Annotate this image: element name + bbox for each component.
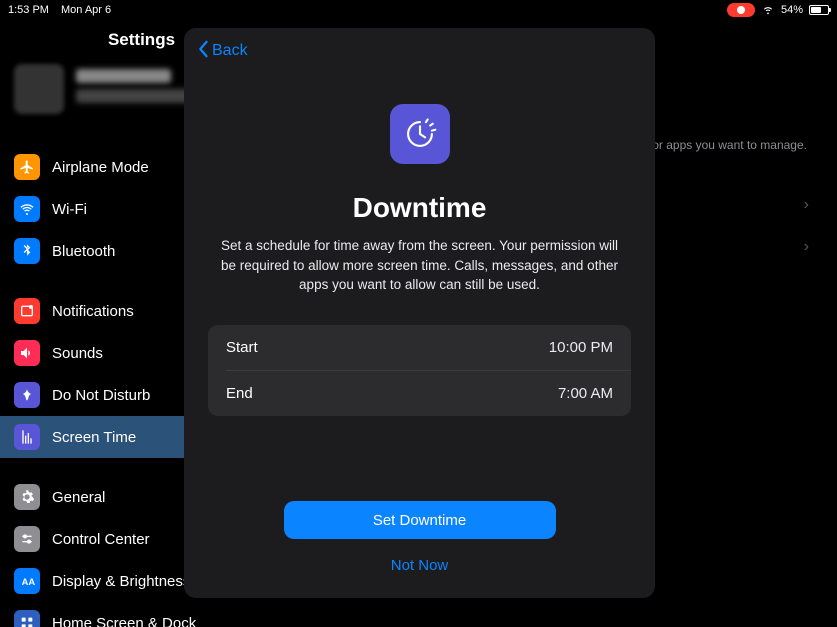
row-label: Home Screen & Dock bbox=[52, 615, 196, 627]
status-bar: 1:53 PM Mon Apr 6 54% bbox=[0, 0, 837, 20]
account-name-redacted bbox=[76, 69, 171, 83]
dnd-icon bbox=[14, 382, 40, 408]
wifi-icon bbox=[14, 196, 40, 222]
recording-indicator bbox=[727, 3, 755, 17]
downtime-app-icon bbox=[390, 104, 450, 164]
notifications-icon bbox=[14, 298, 40, 324]
row-label: Do Not Disturb bbox=[52, 387, 150, 404]
not-now-button[interactable]: Not Now bbox=[387, 553, 453, 578]
row-label: Sounds bbox=[52, 345, 103, 362]
home-screen-icon bbox=[14, 610, 40, 627]
status-date: Mon Apr 6 bbox=[61, 4, 111, 16]
time-group: Start 10:00 PM End 7:00 AM bbox=[208, 325, 631, 416]
end-label: End bbox=[226, 385, 253, 402]
chevron-left-icon bbox=[196, 40, 210, 63]
start-row[interactable]: Start 10:00 PM bbox=[208, 325, 631, 370]
modal-title: Downtime bbox=[353, 192, 487, 224]
row-label: Display & Brightness bbox=[52, 573, 190, 590]
status-time: 1:53 PM bbox=[8, 4, 49, 16]
battery-icon bbox=[809, 5, 829, 15]
downtime-modal: Back Downtime Set a schedule for time aw… bbox=[184, 28, 655, 598]
start-value: 10:00 PM bbox=[549, 339, 613, 356]
chevron-right-icon: › bbox=[804, 196, 809, 214]
row-label: General bbox=[52, 489, 105, 506]
bluetooth-icon bbox=[14, 238, 40, 264]
row-label: Screen Time bbox=[52, 429, 136, 446]
bg-hint-text: for apps you want to manage. bbox=[649, 138, 807, 152]
wifi-icon bbox=[761, 2, 775, 19]
row-home[interactable]: Home Screen & Dock bbox=[0, 602, 283, 627]
set-downtime-button[interactable]: Set Downtime bbox=[284, 501, 556, 539]
row-label: Wi-Fi bbox=[52, 201, 87, 218]
row-label: Bluetooth bbox=[52, 243, 115, 260]
screentime-icon bbox=[14, 424, 40, 450]
start-label: Start bbox=[226, 339, 258, 356]
row-label: Notifications bbox=[52, 303, 134, 320]
end-value: 7:00 AM bbox=[558, 385, 613, 402]
display-icon: AA bbox=[14, 568, 40, 594]
row-label: Control Center bbox=[52, 531, 150, 548]
row-label: Airplane Mode bbox=[52, 159, 149, 176]
modal-description: Set a schedule for time away from the sc… bbox=[215, 236, 625, 295]
back-button[interactable]: Back bbox=[192, 36, 252, 67]
back-label: Back bbox=[212, 42, 248, 60]
gear-icon bbox=[14, 484, 40, 510]
end-row[interactable]: End 7:00 AM bbox=[208, 371, 631, 416]
chevron-right-icon: › bbox=[804, 238, 809, 256]
battery-percent: 54% bbox=[781, 4, 803, 16]
avatar bbox=[14, 64, 64, 114]
sounds-icon bbox=[14, 340, 40, 366]
svg-text:AA: AA bbox=[22, 577, 35, 587]
airplane-icon bbox=[14, 154, 40, 180]
control-center-icon bbox=[14, 526, 40, 552]
